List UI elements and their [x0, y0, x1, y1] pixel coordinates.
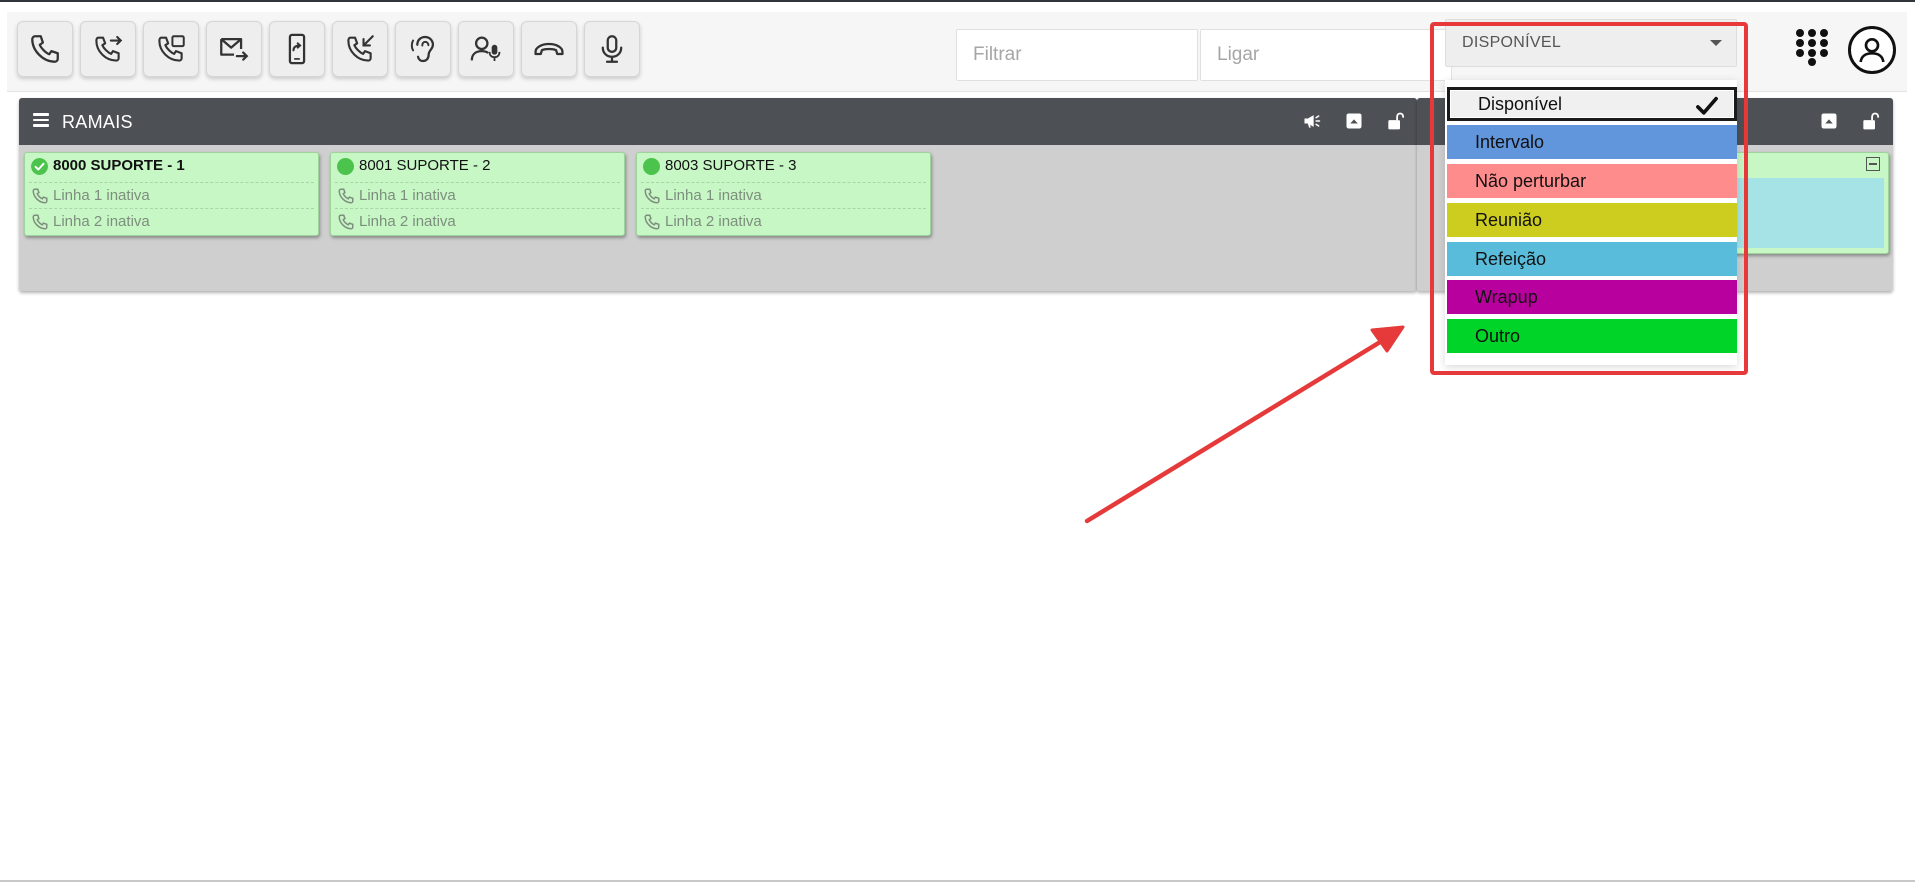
extension-line-2: Linha 2 inativa [29, 208, 314, 234]
user-icon [1859, 37, 1885, 63]
mobile-forward-icon [288, 33, 306, 65]
extension-card-8000[interactable]: 8000 SUPORTE - 1 Linha 1 inativa Linha 2… [24, 152, 319, 236]
extension-line-2: Linha 2 inativa [335, 208, 620, 234]
extension-line-1: Linha 1 inativa [335, 182, 620, 208]
listen-button[interactable] [395, 21, 451, 77]
line-status: Linha 1 inativa [53, 187, 150, 204]
transfer-button[interactable] [80, 21, 136, 77]
bottom-border [0, 880, 1915, 882]
whisper-button[interactable] [458, 21, 514, 77]
line-status: Linha 2 inativa [359, 213, 456, 230]
extension-title: 8003 SUPORTE - 3 [665, 157, 797, 174]
phone-icon [32, 214, 48, 230]
filter-input[interactable] [956, 29, 1198, 81]
check-circle-icon [31, 158, 48, 175]
phone-forward-icon [95, 35, 123, 62]
extension-card-8003[interactable]: 8003 SUPORTE - 3 Linha 1 inativa Linha 2… [636, 152, 931, 236]
megaphone-icon[interactable] [1302, 111, 1322, 131]
line-status: Linha 1 inativa [665, 187, 762, 204]
phone-icon [31, 35, 59, 63]
user-mic-icon [470, 36, 501, 62]
phone-icon [338, 214, 354, 230]
line-status: Linha 1 inativa [359, 187, 456, 204]
unlock-icon[interactable] [1860, 111, 1880, 131]
expand-icon[interactable] [1344, 111, 1364, 131]
collapse-icon[interactable] [1866, 157, 1880, 171]
dialpad-icon[interactable] [1795, 28, 1829, 66]
phone-icon [644, 214, 660, 230]
mobile-forward-button[interactable] [269, 21, 325, 77]
extension-line-1: Linha 1 inativa [29, 182, 314, 208]
menu-icon[interactable] [33, 113, 49, 127]
attended-transfer-button[interactable] [143, 21, 199, 77]
highlight-box [1430, 22, 1748, 375]
phone-incoming-icon [347, 35, 374, 62]
phone-icon [644, 188, 660, 204]
phone-icon [32, 188, 48, 204]
mute-button[interactable] [584, 21, 640, 77]
top-border [0, 0, 1915, 2]
extension-card-8001[interactable]: 8001 SUPORTE - 2 Linha 1 inativa Linha 2… [330, 152, 625, 236]
extensions-panel: RAMAIS 8000 SUPORTE - 1 Linha 1 inativa … [19, 98, 1417, 291]
extension-line-1: Linha 1 inativa [641, 182, 926, 208]
extension-title: 8000 SUPORTE - 1 [53, 157, 185, 174]
dial-input[interactable] [1200, 29, 1452, 81]
unlock-icon[interactable] [1385, 111, 1405, 131]
extension-line-2: Linha 2 inativa [641, 208, 926, 234]
phone-hangup-icon [534, 42, 564, 56]
mail-forward-icon [220, 37, 249, 61]
extensions-panel-header: RAMAIS [19, 98, 1417, 145]
phone-transfer-icon [158, 35, 185, 62]
panel-title: RAMAIS [62, 112, 133, 132]
status-dot-icon [337, 158, 354, 175]
expand-icon[interactable] [1819, 111, 1839, 131]
hangup-button[interactable] [521, 21, 577, 77]
phone-icon [338, 188, 354, 204]
status-dot-icon [643, 158, 660, 175]
call-button[interactable] [17, 21, 73, 77]
line-status: Linha 2 inativa [53, 213, 150, 230]
ear-icon [410, 35, 435, 63]
user-avatar[interactable] [1848, 26, 1896, 74]
microphone-icon [601, 35, 623, 63]
extension-title: 8001 SUPORTE - 2 [359, 157, 491, 174]
line-status: Linha 2 inativa [665, 213, 762, 230]
forward-mail-button[interactable] [206, 21, 262, 77]
pickup-button[interactable] [332, 21, 388, 77]
